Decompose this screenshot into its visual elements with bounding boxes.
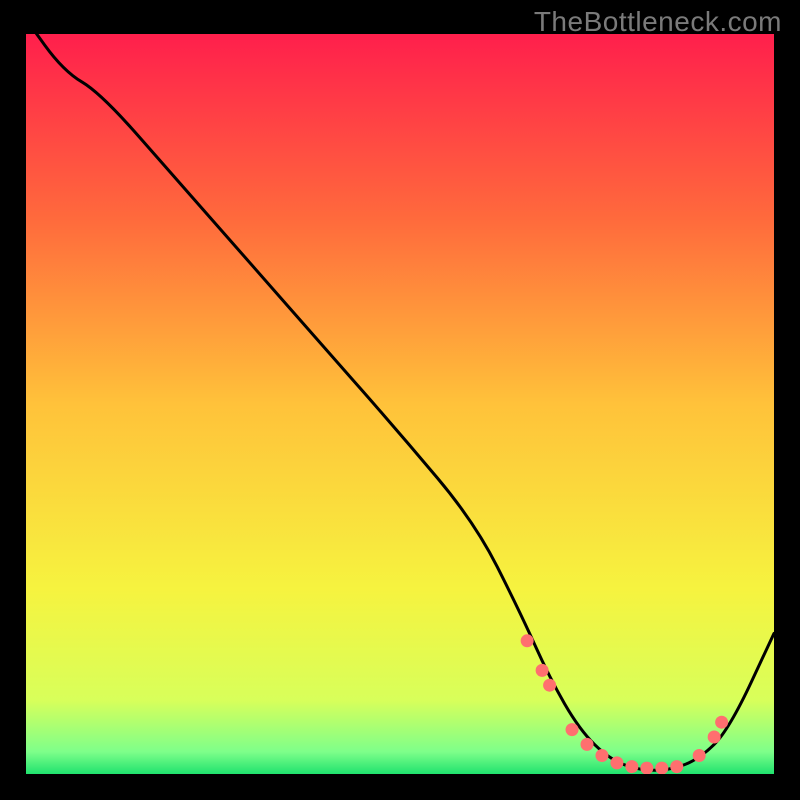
marker-dot bbox=[693, 749, 706, 762]
chart-svg bbox=[0, 0, 800, 800]
marker-dot bbox=[566, 723, 579, 736]
marker-dot bbox=[543, 679, 556, 692]
marker-dot bbox=[521, 634, 534, 647]
marker-dot bbox=[581, 738, 594, 751]
marker-dot bbox=[625, 760, 638, 773]
marker-dot bbox=[595, 749, 608, 762]
marker-dot bbox=[708, 731, 721, 744]
marker-dot bbox=[670, 760, 683, 773]
marker-dot bbox=[610, 756, 623, 769]
marker-dot bbox=[640, 762, 653, 775]
gradient-background bbox=[26, 34, 774, 774]
marker-dot bbox=[655, 762, 668, 775]
marker-dot bbox=[536, 664, 549, 677]
marker-dot bbox=[715, 716, 728, 729]
